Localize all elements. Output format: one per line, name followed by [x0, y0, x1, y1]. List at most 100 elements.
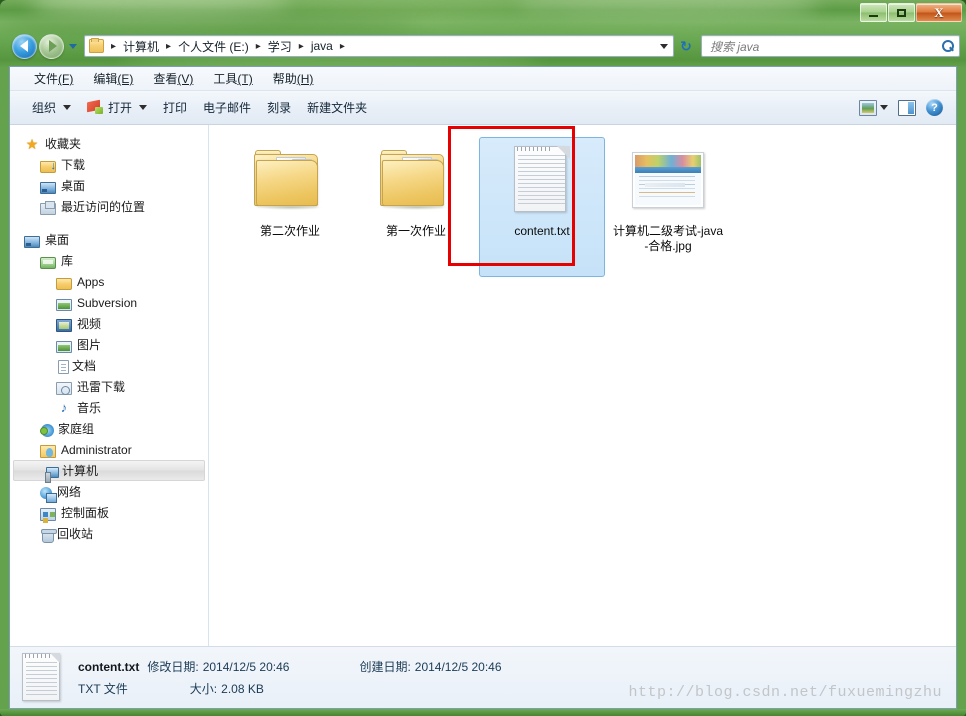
breadcrumb-separator[interactable]: ▸ [106, 41, 121, 52]
details-file-name: content.txt [78, 659, 140, 674]
folder-icon [89, 38, 104, 53]
client-area: 文件(F) 编辑(E) 查看(V) 工具(T) 帮助(H) 组织 打开 打印 电… [9, 66, 957, 709]
documents-icon [58, 359, 69, 374]
address-dropdown-button[interactable] [656, 36, 672, 56]
chevron-down-icon [139, 105, 148, 110]
menu-file[interactable]: 文件(F) [24, 67, 83, 90]
command-bar: 组织 打开 打印 电子邮件 刻录 新建文件夹 ? [10, 91, 956, 125]
sidebar-item-documents[interactable]: 文档 [10, 355, 208, 376]
chevron-down-icon [660, 43, 668, 49]
sidebar-item-subversion[interactable]: Subversion [10, 292, 208, 313]
menu-bar: 文件(F) 编辑(E) 查看(V) 工具(T) 帮助(H) [10, 67, 956, 91]
back-button[interactable] [12, 33, 37, 59]
details-size-key: 大小: [189, 682, 218, 696]
breadcrumb-separator[interactable]: ▸ [294, 41, 309, 52]
print-button[interactable]: 打印 [155, 95, 195, 120]
change-view-button[interactable] [854, 97, 893, 119]
sidebar-item-thunder-download[interactable]: 迅雷下载 [10, 376, 208, 397]
details-file-type: TXT 文件 [78, 682, 128, 696]
sidebar-item-pictures[interactable]: 图片 [10, 334, 208, 355]
file-item-folder-first[interactable]: 第一次作业 [353, 137, 479, 277]
breadcrumb-separator[interactable]: ▸ [161, 41, 176, 52]
arrow-left-icon [19, 40, 28, 52]
menu-file-accel: (F) [58, 72, 74, 86]
sidebar-item-apps[interactable]: Apps [10, 271, 208, 292]
user-folder-icon [40, 445, 56, 458]
sidebar-item-label: 桌面 [61, 179, 86, 193]
breadcrumb-separator[interactable]: ▸ [251, 41, 266, 52]
desktop-icon [40, 181, 56, 194]
sidebar-item-label: 图片 [77, 338, 102, 352]
menu-view-accel: (V) [177, 72, 194, 86]
sidebar-item-recent-places[interactable]: 最近访问的位置 [10, 196, 208, 217]
breadcrumb-item-study[interactable]: 学习 [266, 37, 294, 56]
text-file-corner-fold [50, 652, 60, 663]
breadcrumb-separator[interactable]: ▸ [335, 41, 350, 52]
menu-view[interactable]: 查看(V) [143, 67, 203, 90]
organize-button[interactable]: 组织 [24, 95, 79, 120]
sidebar-item-desktop-root[interactable]: 桌面 [10, 229, 208, 250]
sidebar-item-recycle-bin[interactable]: 回收站 [10, 523, 208, 544]
sidebar-item-downloads[interactable]: 下载 [10, 154, 208, 175]
burn-label: 刻录 [267, 101, 292, 115]
file-name-label: 第一次作业 [385, 224, 446, 238]
sidebar-item-videos[interactable]: 视频 [10, 313, 208, 334]
help-button[interactable]: ? [921, 96, 948, 119]
breadcrumb-item-drive[interactable]: 个人文件 (E:) [176, 37, 251, 56]
details-line-1: content.txt 修改日期: 2014/12/5 20:46 创建日期: … [78, 658, 502, 675]
menu-file-label: 文件 [34, 72, 59, 86]
file-item-folder-second[interactable]: 第二次作业 [227, 137, 353, 277]
address-bar[interactable]: ▸ 计算机 ▸ 个人文件 (E:) ▸ 学习 ▸ java ▸ [84, 35, 674, 57]
new-folder-button[interactable]: 新建文件夹 [299, 95, 375, 120]
sidebar-item-label: 控制面板 [61, 506, 110, 520]
sidebar-item-libraries[interactable]: 库 [10, 250, 208, 271]
search-box[interactable]: 搜索 java [701, 35, 960, 57]
sidebar-item-label: 回收站 [57, 527, 94, 541]
menu-edit[interactable]: 编辑(E) [83, 67, 143, 90]
glass-blur-decoration [30, 0, 290, 20]
sidebar-item-homegroup[interactable]: 家庭组 [10, 418, 208, 439]
sidebar-item-computer[interactable]: 计算机 [13, 460, 205, 483]
text-file-corner-fold [557, 146, 570, 159]
menu-help-label: 帮助 [272, 72, 297, 86]
file-item-jpg[interactable]: 计算机二级考试-java-合格.jpg [605, 137, 731, 277]
minimize-button[interactable] [860, 3, 887, 22]
sidebar-item-label: Subversion [77, 295, 138, 310]
sidebar-item-label: 音乐 [77, 401, 102, 415]
breadcrumb-item-computer[interactable]: 计算机 [121, 37, 161, 56]
chevron-down-icon [63, 105, 72, 110]
details-size-value: 2.08 KB [221, 681, 264, 696]
forward-button[interactable] [39, 33, 64, 59]
chevron-down-icon [68, 43, 77, 49]
search-input[interactable]: 搜索 java [706, 38, 940, 55]
recent-locations-button[interactable] [66, 36, 79, 56]
sidebar-item-favorites[interactable]: ★ 收藏夹 [10, 133, 208, 154]
folder-icon [380, 150, 452, 210]
email-button[interactable]: 电子邮件 [195, 95, 259, 120]
preview-pane-button[interactable] [893, 97, 921, 119]
burn-button[interactable]: 刻录 [259, 95, 299, 120]
sidebar-item-music[interactable]: ♪ 音乐 [10, 397, 208, 418]
file-grid: 第二次作业 第一次作业 content.txt 计算机二级考试-java-合格.… [209, 125, 956, 277]
details-modified-value: 2014/12/5 20:46 [202, 659, 290, 674]
menu-help[interactable]: 帮助(H) [263, 67, 324, 90]
computer-icon [45, 467, 59, 483]
sidebar-item-desktop[interactable]: 桌面 [10, 175, 208, 196]
refresh-button[interactable]: ↻ [675, 35, 697, 57]
sidebar-item-network[interactable]: 网络 [10, 481, 208, 503]
open-button[interactable]: 打开 [79, 95, 155, 120]
breadcrumb-item-java[interactable]: java [309, 38, 335, 54]
details-text-block: content.txt 修改日期: 2014/12/5 20:46 创建日期: … [78, 658, 502, 697]
glass-blur-decoration [520, 0, 820, 20]
sidebar-item-control-panel[interactable]: 控制面板 [10, 502, 208, 523]
subversion-icon [56, 298, 72, 311]
navigation-pane[interactable]: ★ 收藏夹 下载 桌面 最近访问的位置 桌面 [10, 125, 209, 646]
file-list-view[interactable]: 第二次作业 第一次作业 content.txt 计算机二级考试-java-合格.… [209, 125, 956, 646]
sidebar-item-administrator[interactable]: Administrator [10, 439, 208, 460]
file-item-content-txt[interactable]: content.txt [479, 137, 605, 277]
maximize-button[interactable] [888, 3, 915, 22]
print-label: 打印 [163, 101, 188, 115]
close-button[interactable]: X [916, 3, 962, 22]
menu-tools[interactable]: 工具(T) [203, 67, 262, 90]
recent-places-icon [40, 200, 56, 215]
